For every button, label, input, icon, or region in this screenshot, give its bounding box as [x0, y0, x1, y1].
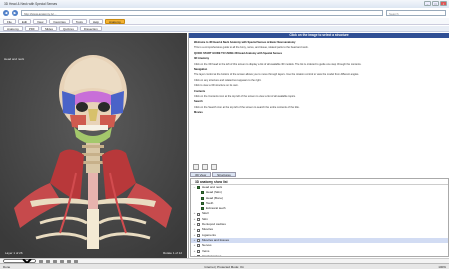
tab-quizzes[interactable]: Quizzes: [59, 26, 78, 31]
info-paragraph: Click on the Contents icon at the top le…: [194, 94, 296, 98]
menu-help[interactable]: Help: [88, 18, 103, 24]
info-paragraph: Contents: [194, 89, 206, 93]
visibility-checkbox[interactable]: [197, 233, 200, 237]
tab-structures[interactable]: Structures: [212, 172, 236, 177]
info-paragraph: Click on any structure and related text …: [194, 78, 262, 82]
search-input[interactable]: Search: [386, 10, 446, 16]
info-paragraph: Search: [194, 100, 203, 104]
info-paragraph: 3D Anatomy: [194, 57, 210, 61]
window-title: 3D Head & Neck with Special Senses: [4, 2, 58, 6]
rotate-readout: Rotate 1 of 12: [163, 251, 182, 255]
tab-dissection[interactable]: Dissection: [79, 26, 102, 31]
info-paragraph: Click on the 3D head to the left of this…: [194, 62, 362, 66]
window-controls: – □ ×: [424, 1, 447, 6]
anatomy-button[interactable]: Anatomy: [105, 18, 125, 24]
menu-favorites[interactable]: Favorites: [49, 18, 70, 24]
info-paragraph: Movies: [194, 111, 203, 115]
visibility-checkbox[interactable]: [197, 212, 200, 216]
info-panel: Click on the image to select a structure…: [188, 33, 449, 258]
maximize-button[interactable]: □: [432, 1, 439, 6]
tree-item[interactable]: + Cranial nerves: [191, 253, 448, 257]
close-button[interactable]: ×: [440, 1, 447, 6]
back-button[interactable]: ◀: [3, 10, 9, 16]
info-paragraph: QUICK START GUIDE TO USING 3D Head Anato…: [194, 51, 283, 55]
3d-viewer[interactable]: Head and neck Layer 1 of 26 Rotate 1 of …: [0, 33, 187, 258]
panel-icons: [193, 164, 217, 170]
menu-view[interactable]: View: [33, 18, 48, 24]
viewer-title: Head and neck: [4, 57, 25, 61]
copy-icon[interactable]: [202, 164, 208, 170]
visibility-checkbox[interactable]: [197, 217, 200, 221]
expand-toggle-icon[interactable]: +: [193, 254, 196, 256]
tab-pdf[interactable]: PDF: [24, 26, 39, 31]
info-paragraph: Welcome to 3D Head & Neck Anatomy with S…: [194, 41, 296, 44]
print-icon[interactable]: [193, 164, 199, 170]
layer-readout: Layer 1 of 26: [5, 251, 23, 255]
structure-tree: 3D anatomy show list − Head and neck Head …: [190, 178, 449, 257]
address-bar: ◀ ▶ http://www.anatomy.tv/... Search: [0, 9, 449, 17]
visibility-checkbox[interactable]: [197, 186, 200, 190]
zoom-level[interactable]: 100%: [438, 265, 446, 269]
menu-file[interactable]: File: [3, 18, 16, 24]
visibility-checkbox[interactable]: [201, 196, 204, 200]
info-paragraph: Click on the Search icon at the top left…: [194, 105, 300, 109]
minimize-button[interactable]: –: [424, 1, 431, 6]
menu-tools[interactable]: Tools: [71, 18, 87, 24]
visibility-checkbox[interactable]: [201, 207, 204, 211]
zoom-icon[interactable]: [211, 164, 217, 170]
visibility-checkbox[interactable]: [197, 223, 200, 227]
window-titlebar: 3D Head & Neck with Special Senses – □ ×: [0, 0, 449, 8]
visibility-checkbox[interactable]: [201, 202, 204, 206]
visibility-checkbox[interactable]: [197, 228, 200, 232]
info-text: Welcome to 3D Head & Neck Anatomy with S…: [190, 39, 449, 164]
lower-tabs: 3D View Structures: [190, 172, 236, 177]
tab-anatomy[interactable]: Anatomy: [3, 26, 23, 31]
url-field[interactable]: http://www.anatomy.tv/...: [21, 10, 383, 16]
visibility-checkbox[interactable]: [197, 244, 200, 248]
expand-toggle-icon[interactable]: −: [193, 185, 196, 190]
tree-item-label: Cranial nerves: [202, 253, 222, 257]
menu-toolbar: File Edit View Favorites Tools Help Anat…: [0, 18, 449, 25]
panel-header: Click on the image to select a structure: [189, 33, 449, 38]
status-zone: Internet | Protected Mode: On: [204, 264, 244, 269]
info-paragraph: Click to view a 3D structure on its own.: [194, 84, 239, 88]
menu-edit[interactable]: Edit: [17, 18, 32, 24]
tree-list: − Head and neck Head (Skin) Head (Bone) Teet…: [191, 185, 448, 257]
tab-3d-view[interactable]: 3D View: [190, 172, 212, 177]
info-paragraph: The layer control at the bottom of the s…: [194, 73, 360, 77]
status-text: Done: [3, 264, 11, 269]
info-paragraph: Navigation: [194, 67, 208, 71]
visibility-checkbox[interactable]: [197, 239, 200, 243]
visibility-checkbox[interactable]: [201, 191, 204, 195]
visibility-checkbox[interactable]: [197, 255, 200, 256]
app-tabbar: Anatomy PDF Slides Quizzes Dissection: [0, 26, 449, 32]
visibility-checkbox[interactable]: [197, 249, 200, 253]
status-bar: Done Internet | Protected Mode: On 100%: [0, 263, 449, 269]
forward-button[interactable]: ▶: [12, 10, 18, 16]
info-paragraph: This is a comprehensive guide to all the…: [194, 46, 309, 50]
anatomy-model-image[interactable]: [0, 33, 187, 258]
tab-slides[interactable]: Slides: [40, 26, 58, 31]
